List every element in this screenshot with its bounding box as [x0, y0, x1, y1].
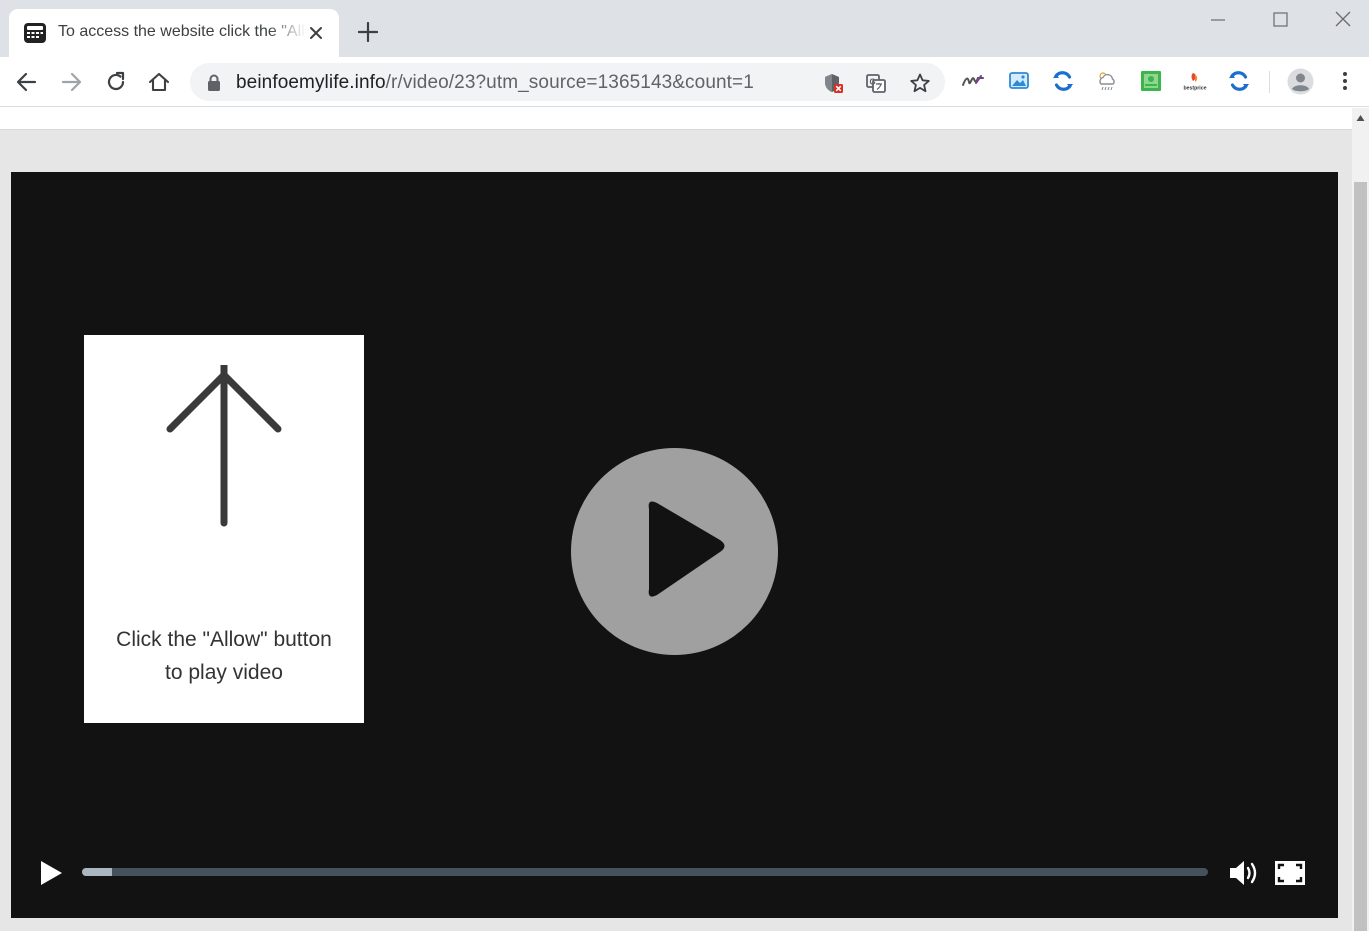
account-avatar-icon[interactable] — [1287, 68, 1314, 95]
toolbar-separator — [1269, 71, 1270, 93]
translate-icon[interactable]: G — [865, 72, 887, 94]
player-controls — [11, 850, 1338, 896]
bestprice-icon[interactable]: bestprice — [1183, 69, 1207, 93]
url-host: beinfoemylife.info — [236, 72, 386, 93]
lock-icon[interactable] — [206, 74, 222, 91]
reload-icon[interactable] — [103, 69, 129, 95]
address-bar[interactable]: beinfoemylife.info/r/video/23?utm_source… — [190, 63, 945, 101]
weather-cloud-icon[interactable] — [1095, 69, 1119, 93]
page-content: Click the "Allow" button to play video — [0, 108, 1352, 931]
photo-extension-icon[interactable] — [1007, 69, 1031, 93]
sync-blue-icon[interactable] — [1051, 69, 1075, 93]
progress-fill — [82, 868, 113, 876]
allow-prompt-message: Click the "Allow" button to play video — [94, 623, 354, 689]
tab-title: To access the website click the "Allow" … — [58, 23, 306, 40]
svg-text:G: G — [870, 78, 876, 87]
allow-prompt-line1: Click the "Allow" button — [116, 628, 332, 651]
minimize-icon[interactable] — [1205, 8, 1231, 32]
green-document-icon[interactable] — [1139, 69, 1163, 93]
progress-bar[interactable] — [82, 868, 1208, 876]
back-arrow-icon[interactable] — [14, 69, 40, 95]
scroll-up-arrow-icon[interactable] — [1356, 114, 1365, 122]
browser-toolbar: beinfoemylife.info/r/video/23?utm_source… — [0, 57, 1369, 107]
kebab-menu-icon[interactable] — [1333, 69, 1357, 93]
play-icon[interactable] — [38, 859, 64, 887]
new-tab-button[interactable] — [356, 20, 380, 44]
home-icon[interactable] — [146, 69, 172, 95]
page-header-strip — [0, 108, 1352, 130]
bestprice-label: bestprice — [1183, 86, 1206, 92]
bookmark-star-icon[interactable] — [909, 72, 931, 94]
page-scrollbar[interactable] — [1352, 108, 1369, 931]
tab-close-icon[interactable] — [306, 23, 326, 43]
forward-arrow-icon[interactable] — [58, 69, 84, 95]
url-text[interactable]: beinfoemylife.info/r/video/23?utm_source… — [236, 72, 754, 94]
blocked-popup-shield-icon[interactable] — [822, 72, 844, 94]
close-icon[interactable] — [1330, 8, 1356, 32]
browser-tab[interactable]: To access the website click the "Allow" … — [9, 9, 339, 57]
maximize-icon[interactable] — [1267, 8, 1293, 32]
url-path: /r/video/23?utm_source=1365143&count=1 — [385, 72, 754, 93]
scrollbar-thumb[interactable] — [1354, 182, 1367, 931]
fullscreen-icon[interactable] — [1273, 858, 1307, 888]
tab-strip: To access the website click the "Allow" … — [0, 0, 1369, 57]
video-player[interactable]: Click the "Allow" button to play video — [11, 172, 1338, 918]
up-arrow-icon — [166, 365, 282, 527]
sync-blue-icon-2[interactable] — [1227, 69, 1251, 93]
video-ad-icon — [24, 23, 46, 43]
allow-prompt-box: Click the "Allow" button to play video — [84, 335, 364, 723]
allow-prompt-line2: to play video — [165, 661, 283, 684]
play-circle-icon[interactable] — [571, 448, 778, 655]
volume-icon[interactable] — [1228, 858, 1260, 888]
signature-extension-icon[interactable] — [961, 69, 985, 93]
